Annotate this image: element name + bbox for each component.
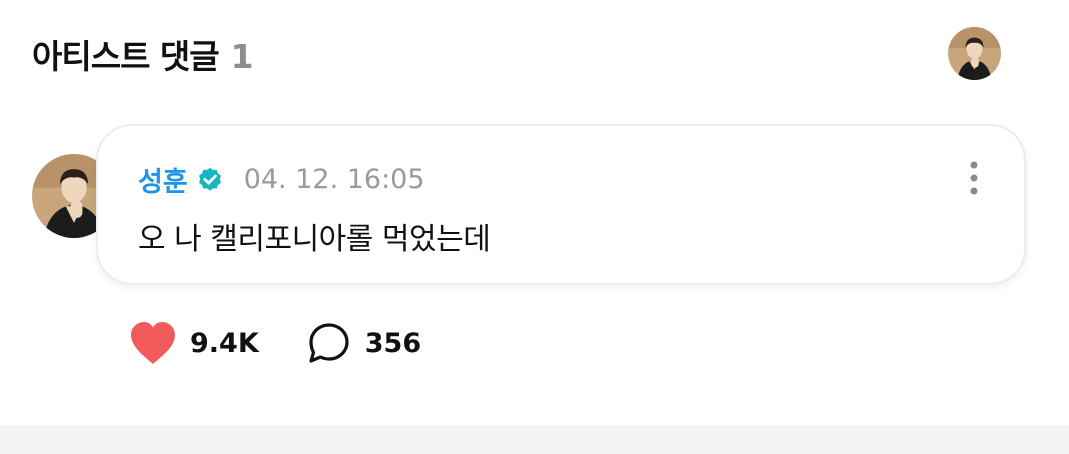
comment-meta: 성훈 04. 12. 16:05 [138, 160, 425, 199]
comment-body: 오 나 캘리포니아롤 먹었는데 [138, 222, 491, 257]
section-header: 아티스트 댓글 1 [32, 30, 254, 78]
comment-count: 1 [230, 37, 254, 76]
section-divider [0, 425, 1069, 454]
comment-timestamp: 04. 12. 16:05 [243, 164, 425, 195]
author-name[interactable]: 성훈 [138, 160, 188, 199]
speech-bubble-icon[interactable] [307, 321, 351, 365]
verified-badge-icon [196, 166, 224, 194]
comment-card: 성훈 04. 12. 16:05 오 나 캘리포니아롤 먹었는데 [96, 124, 1026, 285]
comment-actions: 9.4K 356 [128, 320, 421, 366]
artist-photo-icon [948, 27, 1001, 80]
like-count: 9.4K [190, 327, 259, 359]
more-vertical-icon[interactable] [964, 160, 984, 196]
reply-count: 356 [364, 327, 422, 359]
section-title: 아티스트 댓글 [32, 37, 220, 76]
heart-icon[interactable] [128, 320, 178, 366]
artist-avatar[interactable] [948, 27, 1001, 80]
